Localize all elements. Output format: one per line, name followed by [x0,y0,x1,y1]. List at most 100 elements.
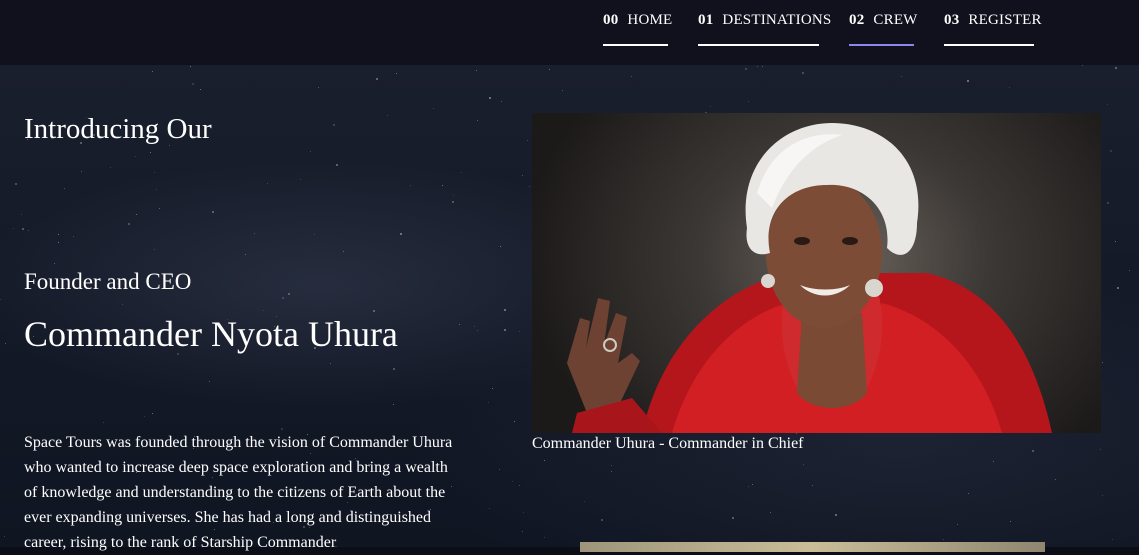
star [489,97,491,99]
star [1107,104,1108,105]
star [376,78,378,80]
star [263,310,264,311]
star [159,208,160,209]
star [967,80,969,82]
star [4,536,5,537]
star [1129,270,1130,271]
star [523,512,524,513]
star [300,179,301,180]
star [611,471,612,472]
star [1055,479,1056,480]
star [22,228,24,230]
star [21,214,22,215]
star [745,68,747,70]
nav-item-register[interactable]: 03 REGISTER [944,12,1041,46]
star [393,368,395,370]
star [442,185,443,186]
star [748,486,749,487]
star [245,254,246,255]
star [150,152,151,153]
star [968,493,969,494]
star [519,485,520,486]
crew-bio: Space Tours was founded through the visi… [24,434,453,551]
star [1102,495,1103,496]
star [514,421,515,422]
star [110,167,111,168]
star [544,460,545,461]
star [58,234,59,235]
star [28,230,29,231]
star [154,249,155,250]
star [5,343,6,344]
star [267,183,268,184]
star [122,304,123,305]
star [492,388,493,389]
star [135,156,136,157]
star [387,115,388,116]
star [64,188,65,189]
star [310,151,311,152]
star [762,66,763,67]
star [330,363,331,364]
star [501,101,502,102]
star [200,89,201,90]
star [812,485,813,486]
star [748,101,749,102]
nav-label: CREW [873,12,918,28]
star [461,172,462,173]
crew-photo [532,113,1101,433]
nav-item-home[interactable]: 00 HOME [603,12,672,46]
star [54,263,55,264]
star [152,413,153,414]
star [1032,450,1034,452]
star [544,537,545,538]
star [474,326,475,327]
star [1112,539,1113,540]
star [144,416,145,417]
star [288,293,290,295]
nav-label: REGISTER [968,12,1042,28]
star [453,195,454,196]
star [835,514,837,516]
star [314,234,315,235]
star [549,69,550,70]
star [504,309,506,311]
star [0,299,1,300]
star [373,310,375,312]
star [796,433,797,434]
star [522,531,523,532]
star [488,402,489,403]
star [58,242,59,243]
star [396,73,397,74]
nav-label: HOME [627,12,673,28]
star [500,246,501,247]
star [103,422,104,423]
star [901,76,902,77]
nav-item-destinations[interactable]: 01 DESTINATIONS [698,12,831,46]
star [562,90,563,91]
star [611,465,612,466]
star [1010,521,1011,522]
nav-number: 00 [603,12,619,28]
star [757,66,758,67]
star [504,329,506,331]
star [152,71,153,72]
star [192,83,194,85]
star [489,508,490,509]
nav-item-crew[interactable]: 02 CREW [849,12,918,46]
star [476,70,477,71]
star [393,404,394,405]
nav-number: 03 [944,12,960,28]
star [254,233,255,234]
star [519,331,520,332]
star [1009,87,1010,88]
star [1110,150,1112,152]
star [1107,202,1109,204]
star [1102,362,1103,363]
crew-role: Founder and CEO [24,269,192,294]
star [13,228,14,229]
star [433,108,434,109]
star [993,461,994,462]
photo-caption: Commander Uhura - Commander in Chief [532,435,804,452]
star [15,183,17,185]
